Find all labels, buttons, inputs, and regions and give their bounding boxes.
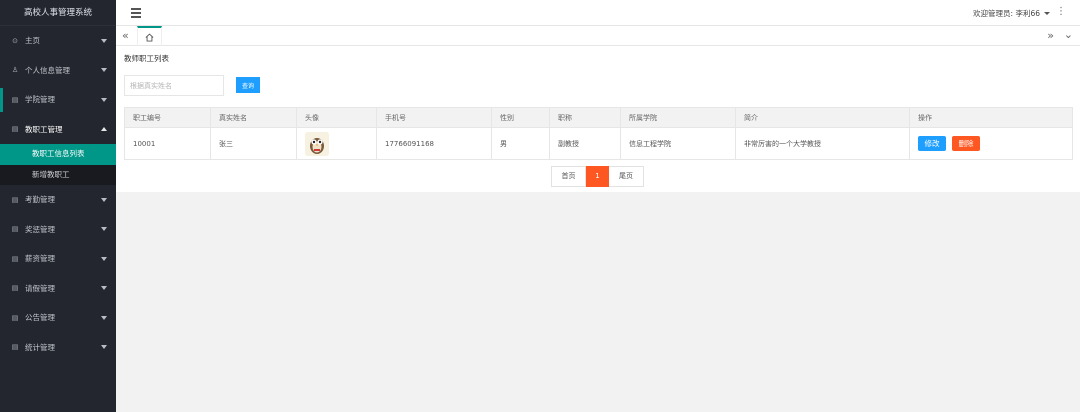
doc-icon: ▤ bbox=[11, 195, 19, 204]
doc-icon: ▤ bbox=[11, 343, 19, 352]
chevron-down-icon bbox=[101, 345, 107, 350]
chevron-down-icon bbox=[101, 227, 107, 232]
column-header: 真实姓名 bbox=[210, 107, 297, 128]
sidebar-item-notice[interactable]: ▤ 公告管理 bbox=[0, 303, 116, 333]
sidebar-item-leave[interactable]: ▤ 请假管理 bbox=[0, 274, 116, 304]
chevron-up-icon bbox=[101, 127, 107, 132]
app-title: 高校人事管理系统 bbox=[0, 0, 116, 26]
search-input[interactable] bbox=[124, 75, 224, 96]
sidebar-subitem-add-staff[interactable]: 新增教职工 bbox=[0, 165, 116, 186]
pager-current-page[interactable]: 1 bbox=[586, 166, 609, 187]
sidebar-item-college[interactable]: ▤ 学院管理 bbox=[0, 85, 116, 115]
cell-avatar bbox=[296, 127, 377, 160]
cell-intro: 非常厉害的一个大学教授 bbox=[735, 127, 910, 160]
cell-gender: 男 bbox=[491, 127, 550, 160]
chevron-down-icon bbox=[101, 286, 107, 291]
cell-actions: 修改 删除 bbox=[909, 127, 1073, 160]
sidebar-item-home[interactable]: ⊙ 主页 bbox=[0, 26, 116, 56]
cell-real-name: 张三 bbox=[210, 127, 297, 160]
main-content: 教师职工列表 查询 职工编号 真实姓名 头像 手机号 性别 职称 所属学院 简介… bbox=[116, 46, 1080, 192]
double-chevron-left-icon[interactable]: « bbox=[122, 29, 129, 42]
sidebar-item-label: 学院管理 bbox=[25, 95, 55, 105]
pager-last-button[interactable]: 尾页 bbox=[609, 166, 644, 187]
doc-icon: ▤ bbox=[11, 95, 19, 104]
chevron-down-icon bbox=[101, 97, 107, 102]
sidebar-item-personal-info[interactable]: ♙ 个人信息管理 bbox=[0, 56, 116, 86]
sidebar-item-label: 主页 bbox=[25, 36, 40, 46]
cell-title: 副教授 bbox=[549, 127, 621, 160]
column-header: 性别 bbox=[491, 107, 550, 128]
menu-toggle-icon[interactable] bbox=[131, 8, 141, 18]
top-header: 欢迎管理员: 李利66 ⋮ bbox=[116, 0, 1080, 26]
staff-table: 职工编号 真实姓名 头像 手机号 性别 职称 所属学院 简介 操作 10001 … bbox=[124, 107, 1073, 160]
doc-icon: ▤ bbox=[11, 284, 19, 293]
doc-icon: ▤ bbox=[11, 254, 19, 263]
cell-phone: 17766091168 bbox=[376, 127, 492, 160]
chevron-down-icon bbox=[101, 38, 107, 43]
column-header: 职工编号 bbox=[124, 107, 211, 128]
double-chevron-right-icon[interactable]: » bbox=[1047, 29, 1054, 42]
column-header: 手机号 bbox=[376, 107, 492, 128]
chevron-down-icon bbox=[101, 68, 107, 73]
column-header: 所属学院 bbox=[620, 107, 736, 128]
pager-first-button[interactable]: 首页 bbox=[551, 166, 586, 187]
table-row: 10001 张三 17766091168 男 副教授 信息工程学院 非常厉害的一… bbox=[124, 127, 1073, 160]
admin-menu[interactable]: 欢迎管理员: 李利66 bbox=[973, 8, 1050, 19]
delete-button[interactable]: 删除 bbox=[952, 136, 980, 151]
column-header: 简介 bbox=[735, 107, 910, 128]
sidebar: 高校人事管理系统 ⊙ 主页 ♙ 个人信息管理 ▤ 学院管理 ▤ 教职工管理 教职… bbox=[0, 0, 116, 412]
tab-bar: « » ⌄ bbox=[116, 26, 1080, 46]
doc-icon: ▤ bbox=[11, 313, 19, 322]
doc-icon: ▤ bbox=[11, 125, 19, 134]
sidebar-item-salary[interactable]: ▤ 薪资管理 bbox=[0, 244, 116, 274]
user-icon: ♙ bbox=[11, 66, 19, 75]
admin-label: 欢迎管理员: 李利66 bbox=[973, 9, 1040, 18]
column-header: 头像 bbox=[296, 107, 377, 128]
sidebar-item-label: 考勤管理 bbox=[25, 195, 55, 205]
chevron-down-icon bbox=[1044, 12, 1050, 15]
sidebar-item-statistics[interactable]: ▤ 统计管理 bbox=[0, 333, 116, 363]
chevron-down-icon bbox=[101, 197, 107, 202]
sidebar-subnav: 教职工信息列表 新增教职工 bbox=[0, 144, 116, 185]
cell-staff-id: 10001 bbox=[124, 127, 211, 160]
query-button[interactable]: 查询 bbox=[236, 77, 260, 93]
cell-college: 信息工程学院 bbox=[620, 127, 736, 160]
sidebar-item-staff[interactable]: ▤ 教职工管理 bbox=[0, 115, 116, 145]
sidebar-item-rewards[interactable]: ▤ 奖惩管理 bbox=[0, 215, 116, 245]
sidebar-subitem-staff-list[interactable]: 教职工信息列表 bbox=[0, 144, 116, 165]
sidebar-item-label: 请假管理 bbox=[25, 283, 55, 293]
sidebar-item-label: 薪资管理 bbox=[25, 254, 55, 264]
pagination: 首页 1 尾页 bbox=[551, 166, 644, 187]
sidebar-item-attendance[interactable]: ▤ 考勤管理 bbox=[0, 185, 116, 215]
sidebar-item-label: 个人信息管理 bbox=[25, 65, 70, 75]
sidebar-item-label: 奖惩管理 bbox=[25, 224, 55, 234]
sidebar-item-label: 教职工管理 bbox=[25, 124, 63, 134]
column-header: 职称 bbox=[549, 107, 621, 128]
column-header: 操作 bbox=[909, 107, 1073, 128]
chevron-down-icon bbox=[101, 256, 107, 261]
doc-icon: ▤ bbox=[11, 225, 19, 234]
sidebar-item-label: 统计管理 bbox=[25, 342, 55, 352]
sidebar-item-label: 公告管理 bbox=[25, 313, 55, 323]
table-header-row: 职工编号 真实姓名 头像 手机号 性别 职称 所属学院 简介 操作 bbox=[124, 107, 1073, 128]
home-icon: ⊙ bbox=[12, 36, 18, 45]
chevron-down-icon bbox=[101, 315, 107, 320]
home-icon bbox=[145, 32, 154, 42]
page-title: 教师职工列表 bbox=[124, 54, 169, 63]
chevron-down-icon[interactable]: ⌄ bbox=[1064, 28, 1073, 41]
edit-button[interactable]: 修改 bbox=[918, 136, 946, 151]
avatar bbox=[305, 131, 329, 156]
more-vertical-icon[interactable]: ⋮ bbox=[1056, 6, 1066, 17]
tab-home[interactable] bbox=[137, 26, 162, 46]
